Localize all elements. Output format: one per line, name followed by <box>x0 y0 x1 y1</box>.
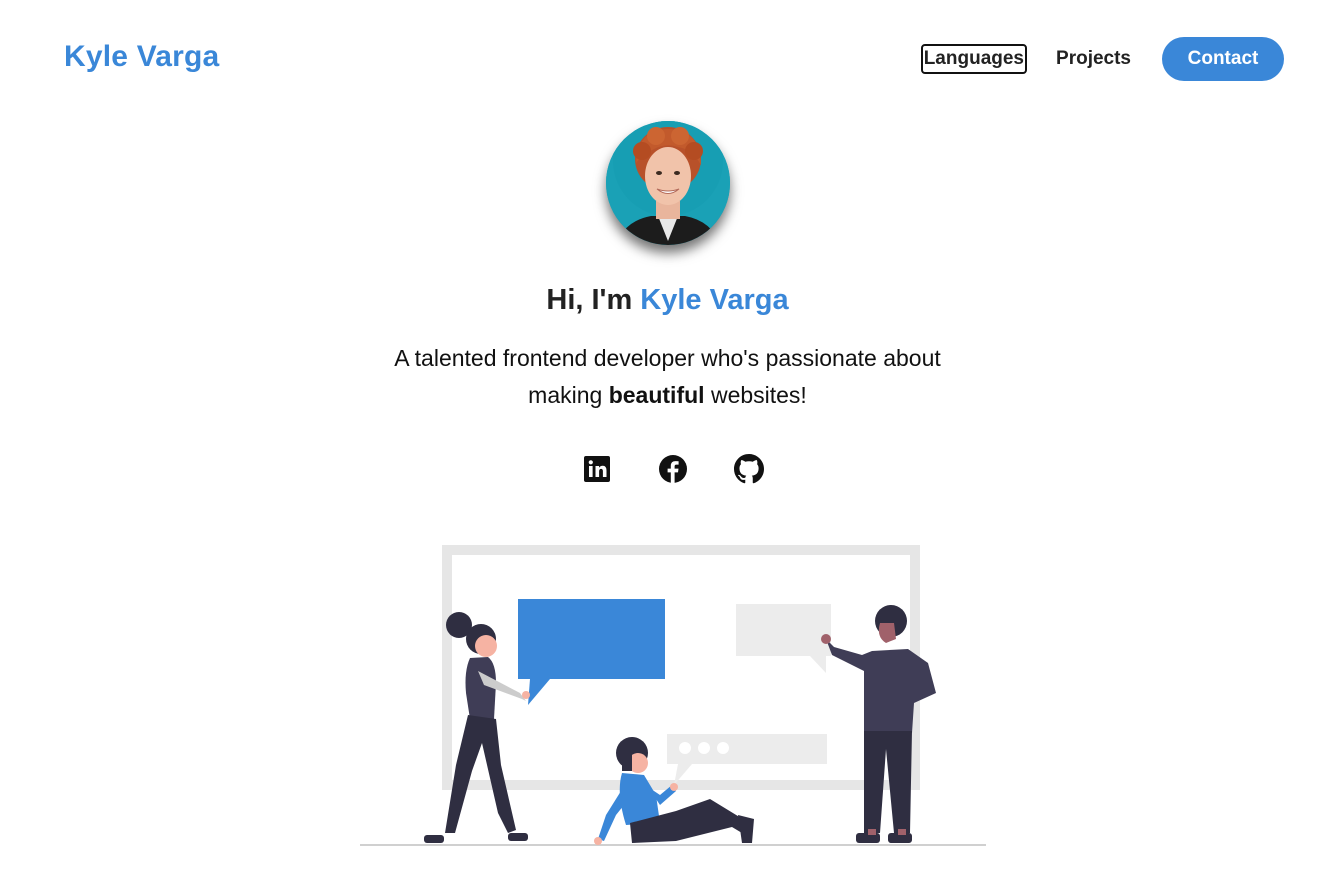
github-link[interactable] <box>733 454 764 484</box>
linkedin-link[interactable] <box>582 454 612 484</box>
site-logo[interactable]: Kyle Varga <box>64 40 219 74</box>
nav-languages-link[interactable]: Languages <box>920 44 1028 74</box>
nav-projects-link[interactable]: Projects <box>1055 46 1132 72</box>
linkedin-icon <box>583 456 610 482</box>
tagline-text-end: websites! <box>704 382 807 408</box>
team-illustration <box>360 545 986 846</box>
hero-tagline: A talented frontend developer who's pass… <box>358 340 978 414</box>
site-header: Kyle Varga Languages Projects Contact <box>0 0 1335 120</box>
github-icon <box>733 454 764 484</box>
profile-avatar <box>605 121 730 245</box>
main-nav: Languages Projects Contact <box>920 37 1284 81</box>
facebook-icon <box>658 455 687 483</box>
hero-greeting: Hi, I'm <box>546 284 641 316</box>
hero-title: Hi, I'm Kyle Varga <box>0 282 1335 318</box>
contact-button[interactable]: Contact <box>1162 37 1284 81</box>
tagline-emphasis: beautiful <box>608 382 705 408</box>
hero-section: Hi, I'm Kyle Varga A talented frontend d… <box>0 120 1335 484</box>
hero-name: Kyle Varga <box>640 284 789 316</box>
social-links <box>10 454 1335 484</box>
facebook-link[interactable] <box>658 454 688 484</box>
